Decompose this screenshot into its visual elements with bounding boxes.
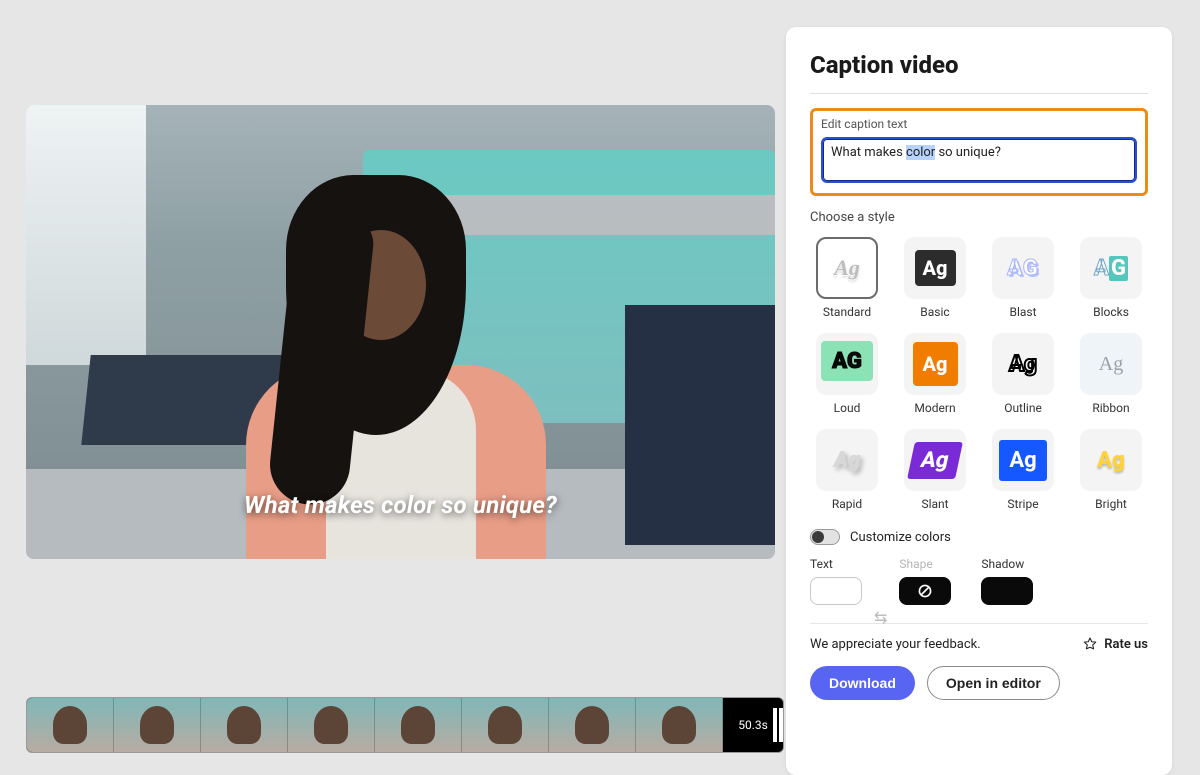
timeline-duration: 50.3s <box>723 698 783 752</box>
style-stripe[interactable]: Ag Stripe <box>986 429 1060 511</box>
customize-colors-toggle[interactable] <box>810 529 840 545</box>
caption-text-highlight: color <box>906 145 935 160</box>
style-label: Rapid <box>810 497 884 511</box>
style-label: Bright <box>1074 497 1148 511</box>
style-label: Standard <box>810 305 884 319</box>
color-shape-label: Shape <box>899 557 951 571</box>
color-shape-swatch[interactable] <box>899 577 951 605</box>
style-label: Modern <box>898 401 972 415</box>
style-label: Slant <box>898 497 972 511</box>
style-label: Basic <box>898 305 972 319</box>
video-preview[interactable]: What makes color so unique? <box>26 105 775 559</box>
color-text-swatch[interactable] <box>810 577 862 605</box>
color-text-label: Text <box>810 557 862 571</box>
timeline[interactable]: 50.3s <box>26 697 784 753</box>
edit-caption-section: Edit caption text What makes color so un… <box>810 108 1148 196</box>
style-label: Stripe <box>986 497 1060 511</box>
style-rapid[interactable]: Ag Rapid <box>810 429 884 511</box>
edit-caption-label: Edit caption text <box>821 117 1137 131</box>
style-ribbon[interactable]: Ag Ribbon <box>1074 333 1148 415</box>
color-shadow-swatch[interactable] <box>981 577 1033 605</box>
download-button[interactable]: Download <box>810 666 915 700</box>
style-label: Loud <box>810 401 884 415</box>
style-modern[interactable]: Ag Modern <box>898 333 972 415</box>
style-standard[interactable]: Ag Standard <box>810 237 884 319</box>
color-shadow-label: Shadow <box>981 557 1033 571</box>
style-basic[interactable]: Ag Basic <box>898 237 972 319</box>
customize-colors-label: Customize colors <box>850 530 951 545</box>
style-bright[interactable]: Ag Bright <box>1074 429 1148 511</box>
color-controls: Text ⇆ Shape Shadow <box>810 557 1148 605</box>
rate-us-label: Rate us <box>1104 637 1148 652</box>
style-blocks[interactable]: AG Blocks <box>1074 237 1148 319</box>
swap-icon[interactable]: ⇆ <box>874 608 887 627</box>
style-blast[interactable]: AG Blast <box>986 237 1060 319</box>
caption-text-input[interactable]: What makes color so unique? <box>821 137 1137 183</box>
panel-title: Caption video <box>810 51 1148 79</box>
style-slant[interactable]: Ag Slant <box>898 429 972 511</box>
caption-panel: Caption video Edit caption text What mak… <box>786 27 1172 775</box>
style-label: Blast <box>986 305 1060 319</box>
caption-overlay: What makes color so unique? <box>26 491 775 519</box>
rate-us-button[interactable]: Rate us <box>1082 636 1148 652</box>
video-pane: What makes color so unique? 50.3s <box>26 27 786 747</box>
style-loud[interactable]: AG Loud <box>810 333 884 415</box>
style-label: Ribbon <box>1074 401 1148 415</box>
style-label: Blocks <box>1074 305 1148 319</box>
style-outline[interactable]: Ag Outline <box>986 333 1060 415</box>
styles-grid: Ag Standard Ag Basic AG Blast AG Blocks … <box>810 237 1148 511</box>
choose-style-label: Choose a style <box>810 210 1148 225</box>
caption-text-post: so unique? <box>935 145 1001 160</box>
open-in-editor-button[interactable]: Open in editor <box>927 666 1060 700</box>
style-label: Outline <box>986 401 1060 415</box>
star-icon <box>1082 636 1098 652</box>
caption-text-pre: What makes <box>831 145 906 160</box>
feedback-text: We appreciate your feedback. <box>810 637 981 652</box>
